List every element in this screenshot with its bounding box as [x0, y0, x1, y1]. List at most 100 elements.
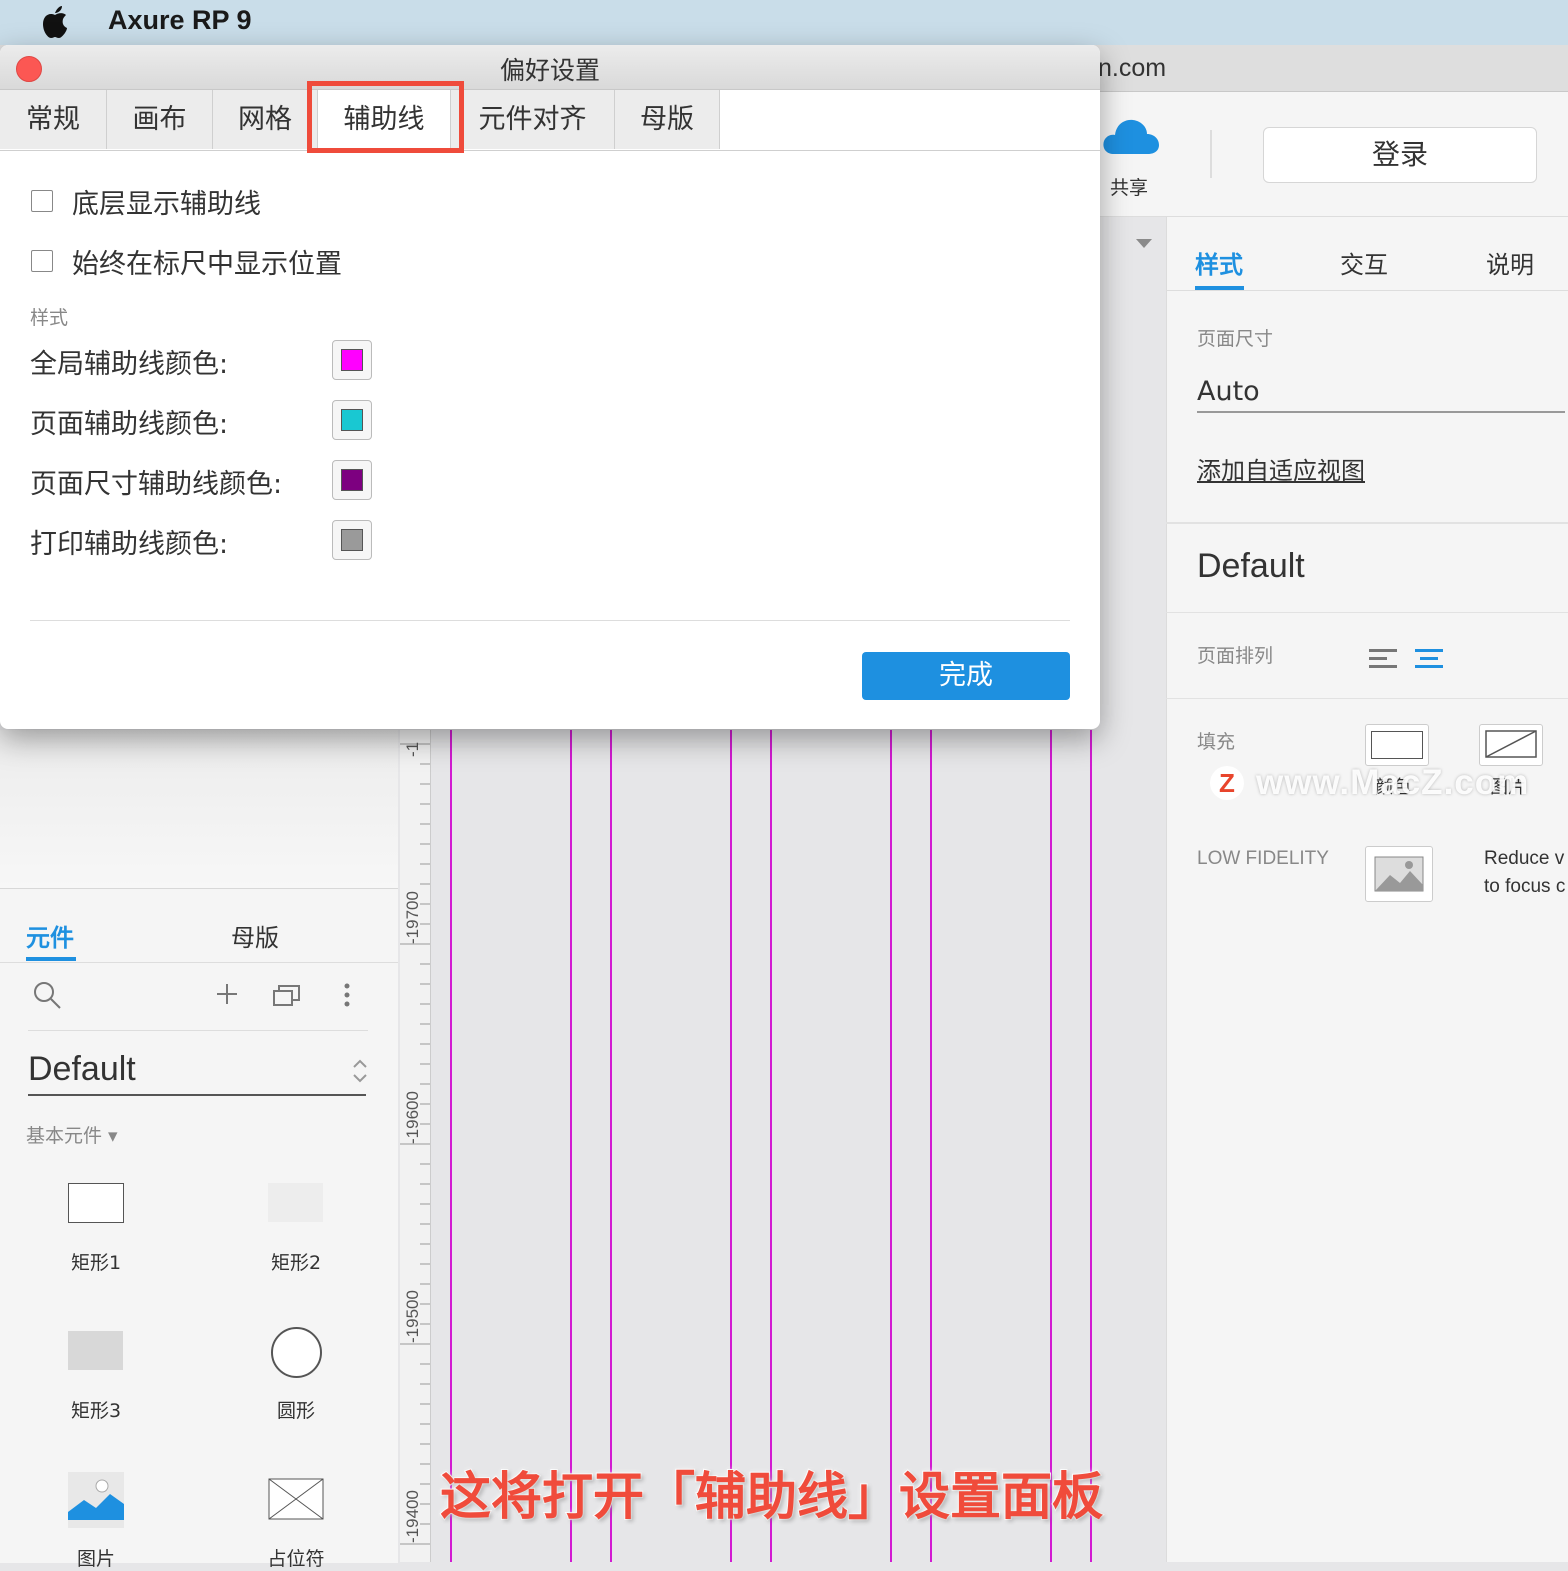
tab-masters[interactable]: 母版: [231, 918, 279, 953]
section-divider: [1166, 612, 1568, 613]
tab-divider: [1166, 290, 1568, 291]
section-divider: [1166, 698, 1568, 699]
pages-panel: [0, 730, 398, 888]
tab-widgets[interactable]: 元件: [26, 918, 74, 953]
low-fidelity-label: LOW FIDELITY: [1197, 848, 1329, 869]
low-fidelity-description: to focus c: [1484, 876, 1566, 897]
active-tab-indicator: [26, 957, 76, 961]
color-label: 页面辅助线颜色:: [30, 409, 229, 440]
align-center-icon[interactable]: [1414, 646, 1444, 670]
widget-placeholder-icon[interactable]: [268, 1478, 324, 1520]
color-preview: [341, 349, 363, 371]
watermark-logo: Z: [1210, 766, 1244, 800]
show-guides-below-checkbox[interactable]: [31, 190, 53, 212]
chevron-updown-icon[interactable]: [350, 1056, 370, 1086]
toolbar-divider: [1210, 130, 1212, 178]
ruler-ticks: [400, 743, 430, 1545]
cloud-share-icon[interactable]: [1100, 112, 1162, 158]
global-guide-line[interactable]: [1090, 730, 1092, 1562]
global-guide-line[interactable]: [770, 730, 772, 1562]
global-guide-line[interactable]: [570, 730, 572, 1562]
design-canvas[interactable]: [431, 730, 1165, 1562]
page-size-underline: [1197, 411, 1565, 413]
global-guide-line[interactable]: [890, 730, 892, 1562]
preferences-dialog: 偏好设置 常规 画布 网格 辅助线 元件对齐 母版 底层显示辅助线 始终在标尺中…: [0, 45, 1100, 729]
share-label[interactable]: 共享: [1110, 173, 1148, 200]
widget-label: 矩形2: [270, 1252, 322, 1274]
toolbar-divider: [28, 1030, 368, 1031]
section-label: 样式: [30, 307, 69, 329]
ruler-label: -1: [403, 741, 422, 757]
color-label: 全局辅助线颜色:: [30, 349, 229, 380]
global-guide-color-picker[interactable]: [332, 340, 372, 380]
low-fidelity-description: Reduce v: [1484, 848, 1565, 869]
page-size-label: 页面尺寸: [1197, 328, 1274, 350]
tab-masters[interactable]: 母版: [615, 90, 720, 149]
tab-notes[interactable]: 说明: [1486, 245, 1534, 280]
page-style-select[interactable]: Default: [1197, 547, 1305, 586]
tab-highlight-box: [307, 81, 464, 153]
done-button[interactable]: 完成: [862, 652, 1070, 700]
widget-rectangle-3[interactable]: [68, 1331, 123, 1370]
widget-category[interactable]: 基本元件 ▾: [26, 1121, 118, 1148]
widget-label: 矩形3: [70, 1400, 122, 1422]
library-name: Default: [28, 1050, 136, 1088]
widget-rectangle-1[interactable]: [68, 1183, 124, 1223]
global-guide-line[interactable]: [1050, 730, 1052, 1562]
image-icon: [1374, 856, 1424, 892]
widget-label: 占位符: [267, 1548, 325, 1570]
fill-image-preview-icon: [1485, 730, 1537, 758]
tab-general[interactable]: 常规: [0, 90, 107, 149]
tutorial-caption: 这将打开「辅助线」设置面板: [439, 1467, 1104, 1528]
global-guide-line[interactable]: [930, 730, 932, 1562]
show-position-in-ruler-checkbox[interactable]: [31, 250, 53, 272]
color-preview: [341, 469, 363, 491]
dropdown-arrow-icon[interactable]: [1134, 236, 1154, 250]
page-guide-color-picker[interactable]: [332, 400, 372, 440]
tab-canvas[interactable]: 画布: [107, 90, 213, 149]
global-guide-line[interactable]: [610, 730, 612, 1562]
color-preview: [341, 409, 363, 431]
login-button[interactable]: 登录: [1263, 127, 1537, 183]
library-icon[interactable]: [272, 982, 302, 1008]
global-guide-line[interactable]: [450, 730, 452, 1562]
window-title-fragment: n.com: [1098, 54, 1167, 82]
fill-image-button[interactable]: [1479, 724, 1543, 766]
tab-style[interactable]: 样式: [1195, 245, 1243, 280]
app-menu-name[interactable]: Axure RP 9: [108, 5, 252, 36]
tab-widget-snapping[interactable]: 元件对齐: [451, 90, 615, 149]
align-left-icon[interactable]: [1368, 646, 1398, 670]
watermark-text: www.MacZ.com: [1256, 763, 1530, 802]
ruler-label: -19700: [403, 891, 422, 944]
option-label: 始终在标尺中显示位置: [72, 249, 342, 280]
tab-interactions[interactable]: 交互: [1340, 245, 1388, 280]
page-size-guide-color-picker[interactable]: [332, 460, 372, 500]
add-adaptive-view-link[interactable]: 添加自适应视图: [1197, 451, 1365, 486]
dialog-title: 偏好设置: [499, 56, 600, 85]
ruler-label: -19400: [403, 1490, 422, 1543]
apple-icon[interactable]: [40, 4, 70, 40]
close-button[interactable]: [16, 56, 42, 82]
tab-divider: [0, 962, 398, 963]
widget-label: 图片: [76, 1548, 115, 1570]
low-fidelity-toggle[interactable]: [1365, 846, 1433, 902]
widget-image-icon[interactable]: [68, 1472, 124, 1528]
widget-circle[interactable]: [271, 1327, 322, 1378]
dialog-divider: [30, 620, 1070, 621]
page-align-label: 页面排列: [1197, 645, 1274, 667]
ruler-label: -19600: [403, 1091, 422, 1144]
ruler-label: -19500: [403, 1290, 422, 1343]
widget-label: 矩形1: [70, 1252, 122, 1274]
fill-label: 填充: [1197, 731, 1236, 753]
tab-grid[interactable]: 网格: [213, 90, 318, 149]
global-guide-line[interactable]: [730, 730, 732, 1562]
search-icon[interactable]: [32, 980, 62, 1010]
widget-label: 圆形: [276, 1400, 315, 1422]
fill-color-preview: [1371, 731, 1423, 759]
option-label: 底层显示辅助线: [72, 189, 261, 220]
page-size-select[interactable]: Auto: [1197, 376, 1260, 407]
more-icon[interactable]: [340, 982, 354, 1008]
print-guide-color-picker[interactable]: [332, 520, 372, 560]
add-icon[interactable]: [215, 982, 239, 1006]
widget-rectangle-2[interactable]: [268, 1183, 323, 1222]
